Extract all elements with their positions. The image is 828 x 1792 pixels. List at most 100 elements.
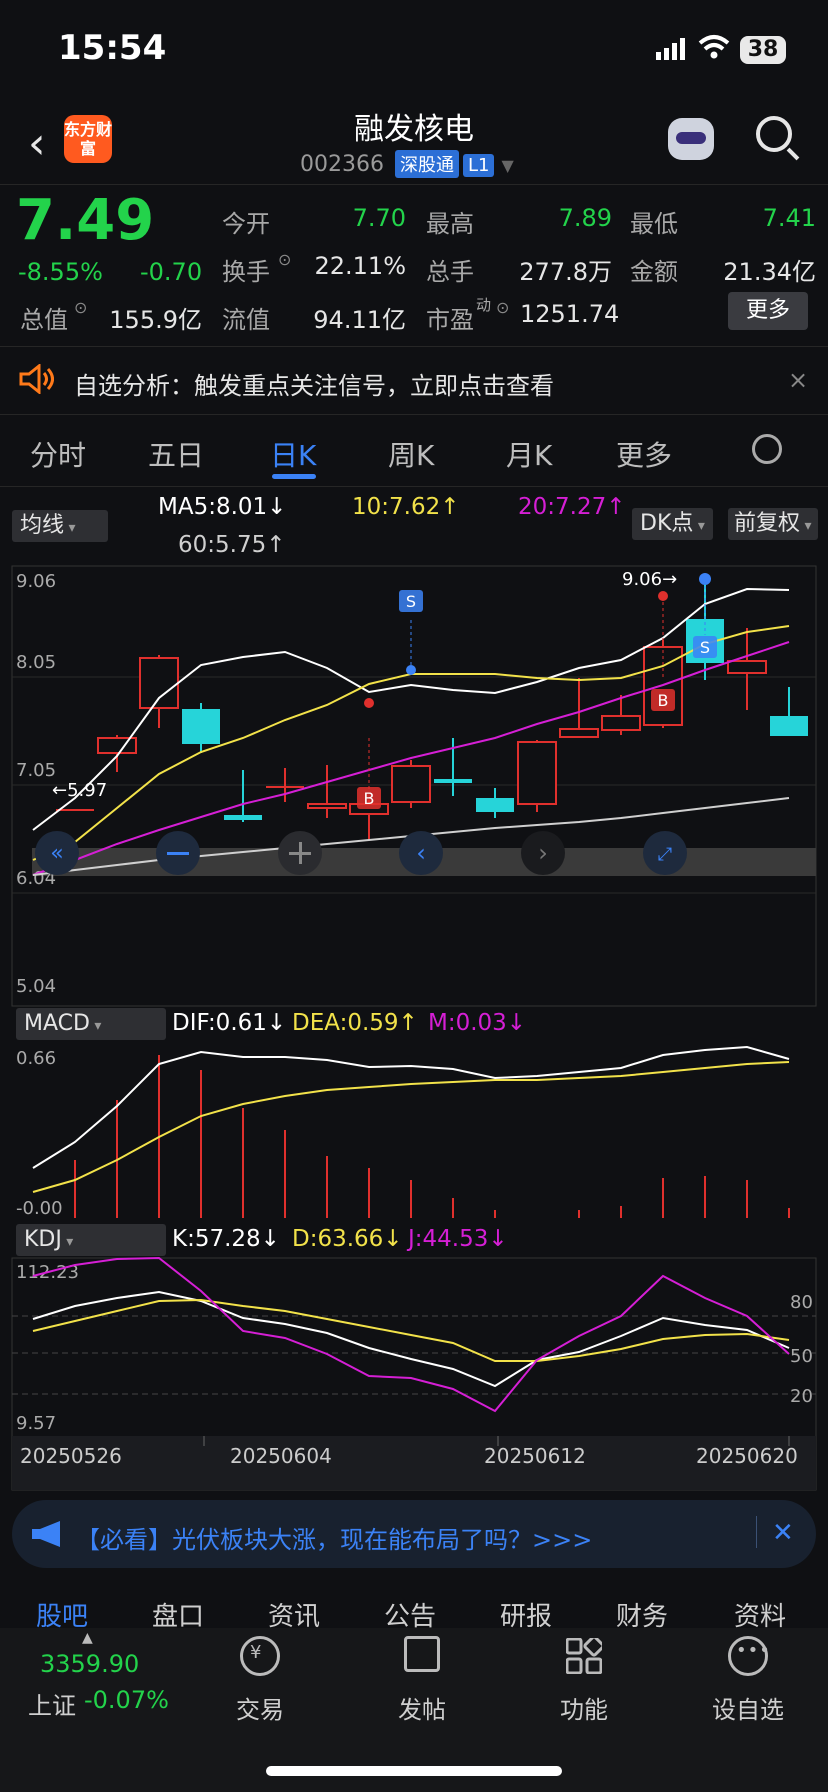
pe-sup: 动 [476, 296, 492, 314]
candles [56, 580, 808, 840]
turnover-value: 22.11% [314, 252, 406, 280]
connect-tag: 深股通 [394, 150, 459, 178]
nav-post[interactable]: 发帖 [362, 1690, 482, 1725]
high-label: 最高 [426, 210, 474, 238]
subtab-pankou[interactable]: 盘口 [152, 1596, 204, 1628]
info-icon[interactable]: ⊙ [496, 298, 509, 317]
buy-signal-label: B [658, 691, 669, 710]
tab-five-day[interactable]: 五日 [148, 434, 204, 474]
volume-value: 277.8万 [519, 258, 612, 286]
float-value: 94.11亿 [313, 306, 406, 334]
kdj-selector[interactable]: KDJ [16, 1224, 166, 1256]
chevron-down-icon: ▼ [501, 156, 514, 175]
mktcap-label: 总值 [20, 306, 68, 334]
tab-monthly-k[interactable]: 月K [506, 434, 552, 474]
ma60-label: 60:5.75↑ [178, 532, 286, 558]
expand-icon: ⤢ [658, 844, 673, 865]
chevron-right-icon: › [538, 839, 548, 867]
tab-intraday[interactable]: 分时 [30, 434, 86, 474]
more-quote-button[interactable]: 更多 [728, 292, 808, 330]
close-icon[interactable]: ✕ [772, 1518, 794, 1548]
macd-axis-top: 0.66 [16, 1048, 56, 1069]
peak-label: 9.06→ [622, 569, 677, 590]
nav-functions[interactable]: 功能 [524, 1690, 644, 1725]
index-name: 上证 [28, 1692, 76, 1720]
level-tag: L1 [462, 154, 495, 177]
notice-text[interactable]: 自选分析：触发重点关注信号，立即点击查看 [74, 366, 554, 401]
macd-chart: 0.66 -0.00 [16, 1045, 790, 1218]
dif-line [32, 1045, 790, 1169]
date-label: 20250612 [484, 1444, 586, 1468]
tab-more[interactable]: 更多 [616, 434, 672, 474]
home-indicator [266, 1766, 562, 1776]
open-value: 7.70 [352, 204, 406, 232]
kdj-axis-bottom: 9.57 [16, 1413, 56, 1434]
subtab-announcement[interactable]: 公告 [384, 1596, 436, 1628]
nav-add-watchlist[interactable]: 设自选 [688, 1690, 808, 1725]
subtab-profile[interactable]: 资料 [734, 1596, 786, 1628]
dif-label: DIF:0.61↓ [172, 1010, 287, 1036]
battery-icon: 38 [740, 36, 786, 64]
chevron-left-icon: ‹ [416, 839, 426, 867]
k-line [32, 1290, 790, 1388]
m-label: M:0.03↓ [428, 1010, 527, 1036]
search-icon[interactable] [756, 116, 792, 152]
edit-icon[interactable] [404, 1636, 440, 1672]
low-value: 7.41 [762, 204, 816, 232]
indicator-selector[interactable]: 均线 [12, 510, 108, 542]
subtab-guba[interactable]: 股吧 [36, 1596, 88, 1628]
mktcap-value: 155.9亿 [109, 306, 202, 334]
dea-label: DEA:0.59↑ [292, 1010, 418, 1036]
open-label: 今开 [222, 210, 270, 238]
nav-trade[interactable]: 交易 [200, 1690, 320, 1725]
ellipsis-icon: ••• [736, 1640, 771, 1661]
date-label: 20250526 [20, 1444, 122, 1468]
k-label: K:57.28↓ [172, 1226, 280, 1252]
double-chevron-left-icon: « [50, 841, 63, 866]
tab-daily-k[interactable]: 日K [270, 434, 316, 474]
subtab-research[interactable]: 研报 [500, 1596, 552, 1628]
sell-signal-label: S [700, 638, 710, 657]
axis-max: 9.06 [16, 571, 56, 592]
info-icon[interactable]: ⊙ [74, 298, 87, 317]
speaker-icon [18, 362, 54, 398]
close-icon[interactable]: × [788, 366, 808, 394]
turnover-label: 换手 [222, 258, 270, 286]
change-amount: -0.70 [140, 258, 203, 286]
ma20-label: 20:7.27↑ [518, 494, 626, 520]
divider [0, 184, 828, 185]
date-label: 20250620 [696, 1444, 798, 1468]
ad-text[interactable]: 【必看】光伏板块大涨，现在能布局了吗？>>> [76, 1520, 592, 1555]
candlestick-chart[interactable]: 9.06 8.05 7.05 6.04 5.04 B S B S 9.06→ ←… [0, 560, 828, 1010]
wifi-icon [698, 34, 730, 60]
buy-signal-label: B [364, 789, 375, 808]
subtab-finance[interactable]: 财务 [616, 1596, 668, 1628]
index-change: -0.07% [84, 1686, 169, 1714]
pe-value: 1251.74 [520, 300, 620, 328]
volume-label: 总手 [426, 258, 474, 286]
adjust-button[interactable]: 前复权 [728, 508, 818, 540]
gear-icon[interactable] [752, 434, 782, 464]
high-value: 7.89 [558, 204, 612, 232]
info-icon[interactable]: ⊙ [278, 250, 291, 269]
macd-histogram [74, 1055, 790, 1218]
sell-signal-label: S [406, 592, 416, 611]
current-price: 7.49 [16, 188, 155, 253]
divider [756, 1516, 757, 1548]
grid-icon[interactable] [565, 1635, 605, 1678]
ma5-label: MA5:8.01↓ [158, 494, 287, 520]
subtab-news[interactable]: 资讯 [268, 1596, 320, 1628]
macd-selector[interactable]: MACD [16, 1008, 166, 1040]
axis-l3: 7.05 [16, 760, 56, 781]
tab-weekly-k[interactable]: 周K [388, 434, 434, 474]
dk-point-button[interactable]: DK点 [632, 508, 713, 540]
low-label: 最低 [630, 210, 678, 238]
kdj-chart: 112.23 9.57 80 50 20 20250526 20250604 2… [11, 1256, 817, 1491]
assistant-robot-icon[interactable] [668, 118, 714, 160]
signal-icon [656, 38, 690, 60]
subtab-bar: 股吧 盘口 资讯 公告 研报 财务 资料 [0, 1580, 828, 1628]
divider [0, 486, 828, 487]
stock-code-line[interactable]: 002366 深股通 L1 ▼ [300, 150, 514, 178]
kdj-level-20: 20 [790, 1386, 813, 1407]
index-value[interactable]: 3359.90 [40, 1650, 139, 1678]
